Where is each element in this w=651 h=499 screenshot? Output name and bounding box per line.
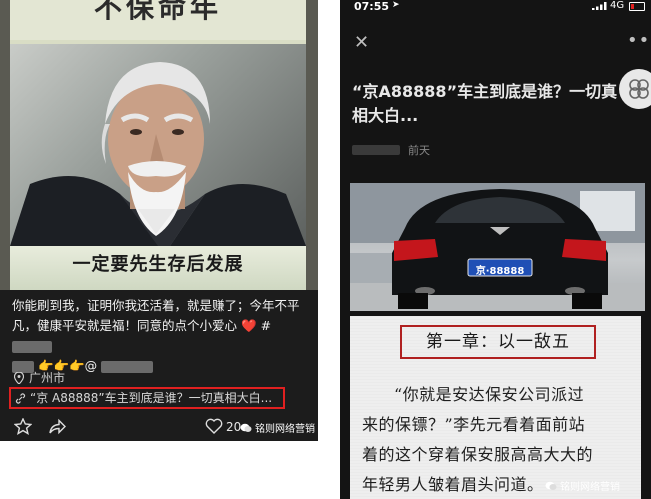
car-photo: 京·88888	[350, 183, 645, 311]
poster-caption-band: 一定要先生存后发展	[10, 246, 306, 290]
novel-excerpt-image: 第一章：以一敌五 “你就是安达保安公司派过 来的保镖？”李先元看着面前站 着的这…	[350, 316, 641, 499]
battery-icon	[629, 2, 645, 11]
share-icon[interactable]	[48, 418, 66, 435]
location-text: 广州市	[29, 371, 66, 385]
chapter-heading: 第一章：以一敌五	[400, 325, 596, 359]
black-sedan-illustration	[350, 183, 645, 311]
poster-caption: 一定要先生存后发展	[72, 254, 244, 275]
article-time: 前天	[408, 144, 430, 157]
location-pin-icon	[14, 371, 24, 384]
floating-action-button[interactable]	[619, 69, 651, 109]
watermark-right: 铭则网络营销	[545, 478, 620, 493]
article-meta: 前天	[352, 142, 430, 158]
floating-clover-icon	[629, 79, 649, 99]
license-plate-text: 京·88888	[475, 266, 525, 277]
heart-outline-icon[interactable]	[205, 418, 223, 434]
poster-top-banner: 不保命年	[10, 0, 306, 40]
right-screenshot: 07:55 ➤ 4G ✕ ••• “京A88888”车主到底是谁？一切真相大白.…	[340, 0, 651, 499]
red-heart-icon: ❤️	[241, 318, 257, 333]
poster-top-text: 不保命年	[93, 0, 222, 24]
link-icon	[15, 392, 26, 404]
poster-frame-right	[306, 0, 318, 290]
location-arrow-icon: ➤	[392, 0, 400, 10]
more-dots-icon[interactable]: •••	[627, 30, 651, 51]
article-link-text: “京 A88888”车主到底是谁？一切真相大白...	[30, 391, 273, 405]
location-tag[interactable]: 广州市	[14, 369, 65, 386]
post-text-line1: 你能刷到我，证明你我还活着，就是赚了；今年不平	[12, 298, 300, 313]
poster-photo	[10, 44, 306, 246]
post-description: 你能刷到我，证明你我还活着，就是赚了；今年不平 凡，健康平安就是福！同意的点个小…	[12, 296, 308, 376]
chat-bubble-icon	[240, 423, 252, 432]
post-text-line2: 凡，健康平安就是福！同意的点个小爱心	[12, 318, 238, 333]
novel-line3: 着的这个穿着保安服高高大大的	[362, 445, 594, 464]
post-text-line2-wrap: 凡，健康平安就是福！同意的点个小爱心 ❤️ #	[12, 316, 308, 356]
blurred-author	[352, 145, 400, 155]
status-time: 07:55	[354, 0, 390, 13]
close-icon[interactable]: ✕	[354, 32, 369, 53]
novel-line1: “你就是安达保安公司派过	[394, 385, 585, 404]
network-type: 4G	[610, 0, 625, 11]
star-icon[interactable]	[14, 418, 32, 435]
hashtag[interactable]: #	[261, 318, 271, 333]
article-title: “京A88888”车主到底是谁？一切真相大白...	[352, 82, 618, 125]
left-screenshot: 不保命年 一定要先生存后发展 你能刷到我，证明你我还活着，就是赚了；今年不平 凡…	[0, 0, 318, 441]
article-link[interactable]: “京 A88888”车主到底是谁？一切真相大白...	[9, 387, 285, 409]
signal-icon	[592, 2, 607, 10]
poster-frame-left	[0, 0, 10, 290]
blurred-mention	[101, 360, 154, 373]
status-bar: 07:55 ➤ 4G	[340, 0, 651, 14]
video-poster[interactable]: 不保命年 一定要先生存后发展	[10, 0, 306, 290]
chat-bubble-icon	[545, 481, 557, 490]
watermark-left-text: 铭则网络营销	[255, 424, 315, 435]
watermark-right-text: 铭则网络营销	[560, 482, 620, 493]
old-man-illustration	[10, 62, 306, 246]
like-count: 20	[226, 420, 242, 434]
watermark-left: 铭则网络营销	[240, 420, 315, 435]
novel-line2: 来的保镖？”李先元看着面前站	[362, 415, 586, 434]
article-top-bar: ✕ •••	[340, 30, 651, 56]
blurred-hashtag	[12, 340, 52, 353]
